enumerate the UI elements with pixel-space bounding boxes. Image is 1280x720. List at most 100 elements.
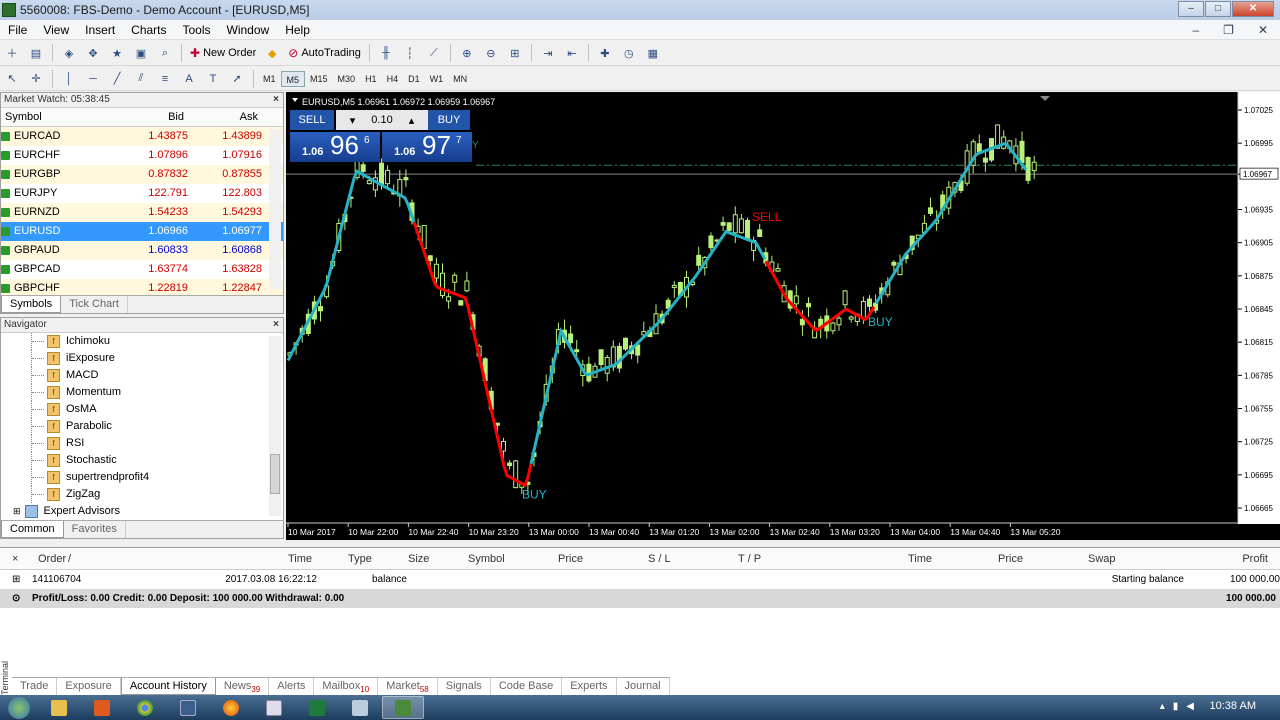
maximize-button[interactable]: □ (1205, 1, 1231, 17)
terminal-tab[interactable]: Experts (562, 678, 617, 695)
close-button[interactable]: ✕ (1232, 1, 1274, 17)
history-row[interactable]: ⊞ 141106704 2017.03.08 16:22:12 balance … (0, 570, 1280, 589)
child-restore-button[interactable]: ❐ (1215, 23, 1242, 37)
navigator-item[interactable]: f OsMA (1, 401, 283, 418)
horizontal-line-icon[interactable]: ─ (83, 70, 103, 88)
templates-icon[interactable]: ▦ (643, 44, 663, 62)
col-sl[interactable]: S / L (648, 548, 738, 569)
col-bid[interactable]: Bid (115, 108, 188, 126)
navigator-item[interactable]: f Momentum (1, 384, 283, 401)
label-icon[interactable]: T (203, 70, 223, 88)
col-order[interactable]: Order (38, 548, 68, 569)
taskbar-app-window[interactable] (253, 696, 295, 719)
col-time[interactable]: Time (288, 548, 348, 569)
tab-symbols[interactable]: Symbols (1, 296, 62, 313)
candlestick-icon[interactable]: ┆ (400, 44, 420, 62)
autoscroll-icon[interactable]: ⇥ (538, 44, 558, 62)
autotrading-button[interactable]: ⊘ AutoTrading (284, 44, 365, 62)
buy-price-box[interactable]: 1.06 97 7 (382, 130, 472, 162)
bar-chart-icon[interactable]: ╫ (376, 44, 396, 62)
navigator-item[interactable]: f MACD (1, 367, 283, 384)
menu-file[interactable]: File (0, 23, 35, 37)
navigator-scrollbar[interactable] (269, 336, 281, 516)
terminal-tab[interactable]: Account History (120, 678, 216, 695)
menu-view[interactable]: View (35, 23, 77, 37)
menu-charts[interactable]: Charts (123, 23, 174, 37)
clock[interactable]: 10:38 AM (1210, 700, 1256, 712)
market-watch-row[interactable]: GBPAUD 1.60833 1.60868 (1, 241, 283, 260)
menu-window[interactable]: Window (219, 23, 278, 37)
terminal-tab[interactable]: Journal (617, 678, 670, 695)
tf-m5[interactable]: M5 (280, 70, 306, 87)
taskbar-firefox[interactable] (210, 696, 252, 719)
tester-icon[interactable]: ⌕ (155, 44, 175, 62)
arrows-icon[interactable]: ➚ (227, 70, 247, 88)
terminal-tab[interactable]: Market58 (378, 678, 438, 695)
navigator-close-icon[interactable]: × (273, 318, 279, 332)
indicators-icon[interactable]: ✚ (595, 44, 615, 62)
market-watch-row[interactable]: EURNZD 1.54233 1.54293 (1, 203, 283, 222)
crosshair-icon[interactable]: ✛ (26, 70, 46, 88)
zoom-out-icon[interactable]: ⊖ (481, 44, 501, 62)
tab-common[interactable]: Common (1, 521, 64, 538)
navigator-item[interactable]: f Parabolic (1, 418, 283, 435)
col-price[interactable]: Price (558, 548, 648, 569)
navigator-item[interactable]: f Ichimoku (1, 333, 283, 350)
taskbar-app-box[interactable] (167, 696, 209, 719)
market-watch-row[interactable]: GBPCAD 1.63774 1.63828 (1, 260, 283, 279)
trendline-icon[interactable]: ╱ (107, 70, 127, 88)
navigator-item[interactable]: f RSI (1, 435, 283, 452)
sell-button[interactable]: SELL (290, 110, 334, 130)
new-order-button[interactable]: ✚ New Order (186, 44, 260, 62)
expand-icon[interactable]: ⊞ (13, 503, 21, 520)
market-watch-close-icon[interactable]: × (273, 93, 279, 107)
terminal-tab[interactable]: Signals (438, 678, 491, 695)
tf-d1[interactable]: D1 (403, 71, 425, 87)
navigator-item[interactable]: f supertrendprofit4 (1, 469, 283, 486)
terminal-tab[interactable]: News39 (216, 678, 270, 695)
lot-increase-icon[interactable]: ▴ (409, 114, 415, 127)
tile-windows-icon[interactable]: ⊞ (505, 44, 525, 62)
market-watch-row[interactable]: EURCHF 1.07896 1.07916 (1, 146, 283, 165)
menu-tools[interactable]: Tools (175, 23, 219, 37)
market-watch-row[interactable]: EURJPY 122.791 122.803 (1, 184, 283, 203)
market-watch-icon[interactable]: ◈ (59, 44, 79, 62)
terminal-icon[interactable]: ▣ (131, 44, 151, 62)
menu-insert[interactable]: Insert (77, 23, 123, 37)
new-chart-icon[interactable]: ＋ (2, 44, 22, 62)
metaeditor-icon[interactable]: ◆ (262, 44, 282, 62)
vertical-line-icon[interactable]: │ (59, 70, 79, 88)
sell-price-box[interactable]: 1.06 96 6 (290, 130, 380, 162)
col-type[interactable]: Type (348, 548, 408, 569)
taskbar-excel[interactable] (296, 696, 338, 719)
col-size[interactable]: Size (408, 548, 468, 569)
market-watch-scrollbar[interactable] (269, 129, 281, 289)
terminal-tab[interactable]: Alerts (269, 678, 315, 695)
zoom-in-icon[interactable]: ⊕ (457, 44, 477, 62)
terminal-close-icon[interactable]: × (12, 548, 38, 569)
tf-m1[interactable]: M1 (258, 71, 281, 87)
tf-h1[interactable]: H1 (360, 71, 382, 87)
tf-m15[interactable]: M15 (305, 71, 333, 87)
taskbar-app-doc[interactable] (339, 696, 381, 719)
volume-icon[interactable]: ◀ (1186, 701, 1194, 712)
market-watch-row[interactable]: EURGBP 0.87832 0.87855 (1, 165, 283, 184)
tab-tick-chart[interactable]: Tick Chart (61, 296, 128, 313)
tf-mn[interactable]: MN (448, 71, 472, 87)
col-profit[interactable]: Profit (1178, 548, 1268, 569)
channel-icon[interactable]: ⫽ (131, 70, 151, 88)
market-watch-row[interactable]: EURCAD 1.43875 1.43899 (1, 127, 283, 146)
col-swap[interactable]: Swap (1088, 548, 1178, 569)
chart-shift-icon[interactable]: ⇤ (562, 44, 582, 62)
tab-favorites[interactable]: Favorites (64, 521, 126, 538)
navigator-item[interactable]: f iExposure (1, 350, 283, 367)
child-minimize-button[interactable]: – (1184, 23, 1207, 37)
market-watch-row[interactable]: EURUSD 1.06966 1.06977 (1, 222, 283, 241)
chart-window[interactable]: EURUSD,M5 1.06961 1.06972 1.06959 1.0696… (286, 92, 1280, 540)
col-symbol[interactable]: Symbol (1, 108, 115, 126)
cursor-icon[interactable]: ↖ (2, 70, 22, 88)
buy-button[interactable]: BUY (428, 110, 470, 130)
profiles-icon[interactable]: ▤ (26, 44, 46, 62)
col-tp[interactable]: T / P (738, 548, 908, 569)
menu-help[interactable]: Help (277, 23, 318, 37)
